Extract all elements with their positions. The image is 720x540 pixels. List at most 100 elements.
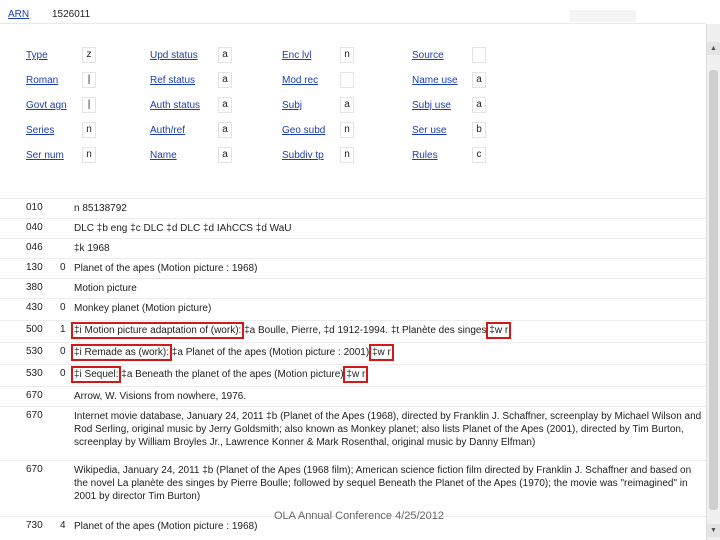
fixed-label-geo-subd[interactable]: Geo subd [282,125,325,136]
fixed-value-source[interactable] [472,47,486,63]
field-tag: 730 [26,520,43,531]
field-content[interactable]: ‡i Motion picture adaptation of (work): … [70,322,702,339]
field-tag: 670 [26,464,43,475]
field-content[interactable]: Planet of the apes (Motion picture : 196… [74,262,702,275]
fixed-value-auth-ref[interactable]: a [218,122,232,138]
field-row: 046 ‡k 1968 [0,238,706,258]
field-tag: 380 [26,282,43,293]
fixed-value-subj[interactable]: a [340,97,354,113]
fixed-label-source[interactable]: Source [412,50,444,61]
fixed-value-ref-status[interactable]: a [218,72,232,88]
field-row: 130 0 Planet of the apes (Motion picture… [0,258,706,278]
arn-value: 1526011 [52,9,91,20]
fixed-row: Govt agn | Auth status a Subj a Subj use… [0,96,706,116]
field-tag: 040 [26,222,43,233]
field-content[interactable]: Monkey planet (Motion picture) [74,302,702,315]
fixed-value-enc-lvl[interactable]: n [340,47,354,63]
fixed-label-subj[interactable]: Subj [282,100,302,111]
fixed-value-type[interactable]: z [82,47,96,63]
field-tag: 430 [26,302,43,313]
fixed-label-type[interactable]: Type [26,50,48,61]
field-content[interactable]: Internet movie database, January 24, 201… [74,410,702,449]
fixed-value-roman[interactable]: | [82,72,96,88]
fixed-row: Type z Upd status a Enc lvl n Source [0,46,706,66]
field-row: 670 Arrow, W. Visions from nowhere, 1976… [0,386,706,406]
arn-link[interactable]: ARN [8,9,29,20]
relationship-designation-highlight: ‡i Remade as (work): [70,344,173,361]
control-subfield-highlight: ‡w r [343,366,369,383]
field-row: 530 0 ‡i Remade as (work): ‡a Planet of … [0,342,706,364]
fixed-value-ser-use[interactable]: b [472,122,486,138]
fixed-label-mod-rec[interactable]: Mod rec [282,75,318,86]
fixed-label-series[interactable]: Series [26,125,54,136]
fixed-value-series[interactable]: n [82,122,96,138]
field-row: 530 0 ‡i Sequel: ‡a Beneath the planet o… [0,364,706,386]
fixed-value-subj-use[interactable]: a [472,97,486,113]
field-tag: 670 [26,410,43,421]
field-content[interactable]: Motion picture [74,282,702,295]
scroll-up-icon[interactable]: ▲ [707,42,720,55]
fixed-label-subj-use[interactable]: Subj use [412,100,451,111]
fixed-label-ref-status[interactable]: Ref status [150,75,195,86]
fixed-value-name-use[interactable]: a [472,72,486,88]
field-tag: 010 [26,202,43,213]
fixed-label-govt-agn[interactable]: Govt agn [26,100,67,111]
field-row: 670 Wikipedia, January 24, 2011 ‡b (Plan… [0,460,706,512]
fixed-value-upd-status[interactable]: a [218,47,232,63]
field-tag: 046 [26,242,43,253]
field-content[interactable]: DLC ‡b eng ‡c DLC ‡d DLC ‡d IAhCCS ‡d Wa… [74,222,702,235]
field-content[interactable]: n 85138792 [74,202,702,215]
fixed-value-subdiv-tp[interactable]: n [340,147,354,163]
field-content[interactable]: ‡i Sequel: ‡a Beneath the planet of the … [70,366,702,383]
field-row: 500 1 ‡i Motion picture adaptation of (w… [0,320,706,342]
control-subfield-highlight: ‡w r [486,322,512,339]
fixed-value-rules[interactable]: c [472,147,486,163]
fixed-value-govt-agn[interactable]: | [82,97,96,113]
record-header: ARN 1526011 [0,0,706,24]
relationship-designation-highlight: ‡i Sequel: [70,366,122,383]
fixed-label-enc-lvl[interactable]: Enc lvl [282,50,311,61]
field-row: 010 n 85138792 [0,198,706,218]
fixed-label-name-use[interactable]: Name use [412,75,458,86]
header-box [570,10,636,22]
field-indicator: 0 [60,346,66,357]
field-tag: 500 [26,324,43,335]
field-indicator: 4 [60,520,66,531]
fixed-label-subdiv-tp[interactable]: Subdiv tp [282,150,324,161]
fixed-label-roman[interactable]: Roman [26,75,58,86]
fixed-value-mod-rec[interactable] [340,72,354,88]
field-row: 040 DLC ‡b eng ‡c DLC ‡d DLC ‡d IAhCCS ‡… [0,218,706,238]
scroll-down-icon[interactable]: ▼ [707,524,720,537]
fixed-label-ser-num[interactable]: Ser num [26,150,64,161]
fixed-row: Roman | Ref status a Mod rec Name use a [0,71,706,91]
fixed-row: Series n Auth/ref a Geo subd n Ser use b [0,121,706,141]
fixed-value-geo-subd[interactable]: n [340,122,354,138]
field-content[interactable]: Wikipedia, January 24, 2011 ‡b (Planet o… [74,464,702,503]
field-text: ‡a Beneath the planet of the apes (Motio… [118,369,347,380]
field-text: ‡a Boulle, Pierre, ‡d 1912-1994. ‡t Plan… [241,325,490,336]
field-content[interactable]: Arrow, W. Visions from nowhere, 1976. [74,390,702,403]
relationship-designation-highlight: ‡i Motion picture adaptation of (work): [70,322,245,339]
field-indicator: 0 [60,368,66,379]
field-tag: 530 [26,368,43,379]
fixed-label-ser-use[interactable]: Ser use [412,125,446,136]
fixed-value-name[interactable]: a [218,147,232,163]
field-tag: 130 [26,262,43,273]
field-text: ‡a Planet of the apes (Motion picture : … [169,347,372,358]
fixed-label-name[interactable]: Name [150,150,177,161]
fixed-value-ser-num[interactable]: n [82,147,96,163]
field-content[interactable]: ‡k 1968 [74,242,702,255]
field-row: 670 Internet movie database, January 24,… [0,406,706,458]
fixed-label-upd-status[interactable]: Upd status [150,50,198,61]
field-indicator: 0 [60,302,66,313]
control-subfield-highlight: ‡w r [368,344,394,361]
vertical-scrollbar[interactable]: ▲ ▼ [706,24,720,540]
scroll-thumb[interactable] [709,70,718,510]
field-content[interactable]: ‡i Remade as (work): ‡a Planet of the ap… [70,344,702,361]
field-indicator: 1 [60,324,66,335]
fixed-label-auth-status[interactable]: Auth status [150,100,200,111]
field-row: 430 0 Monkey planet (Motion picture) [0,298,706,318]
fixed-label-rules[interactable]: Rules [412,150,438,161]
fixed-value-auth-status[interactable]: a [218,97,232,113]
fixed-label-auth-ref[interactable]: Auth/ref [150,125,185,136]
